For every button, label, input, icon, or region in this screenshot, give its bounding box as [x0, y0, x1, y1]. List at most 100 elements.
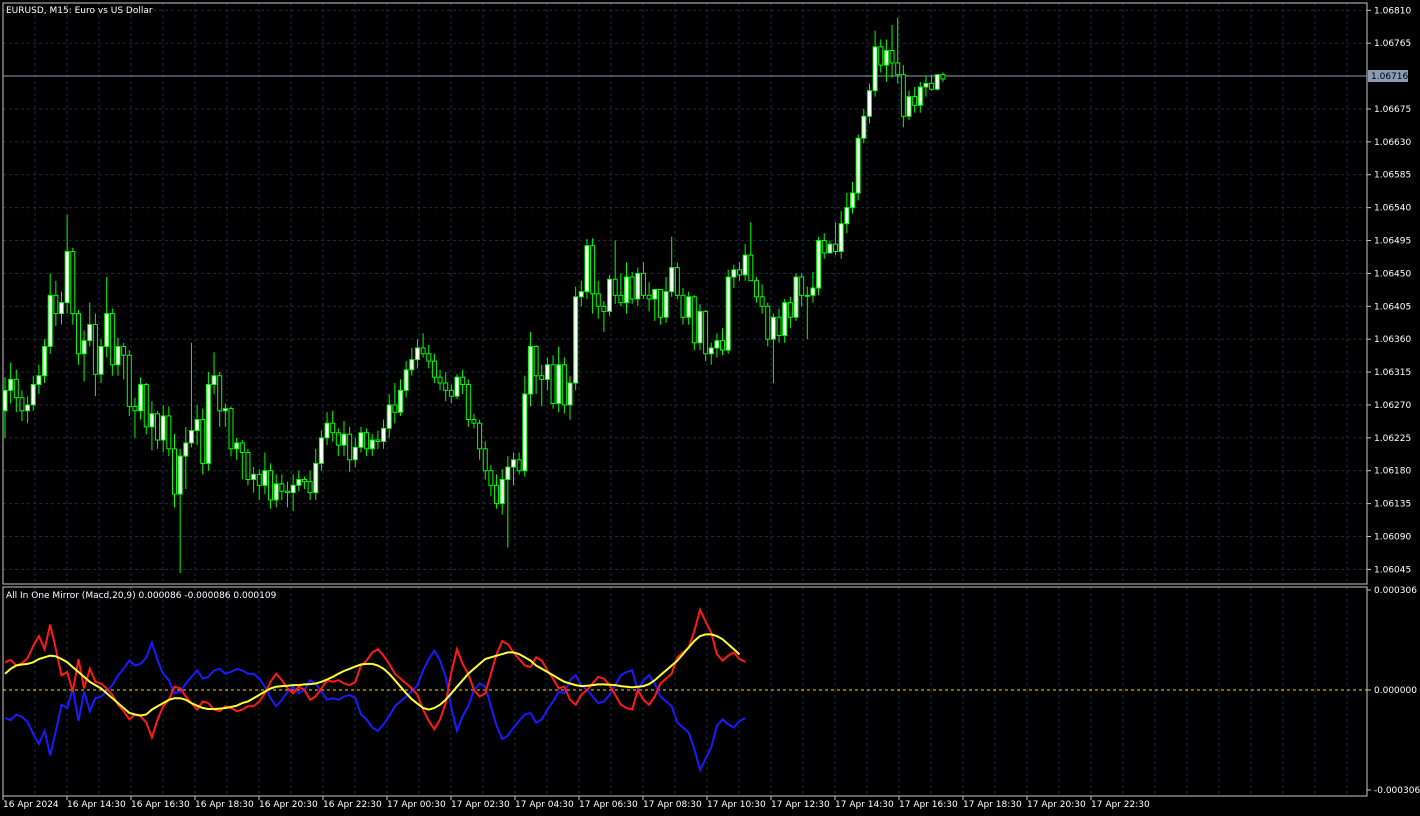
price-tick-label: 1.06360 — [1374, 335, 1411, 345]
time-tick-label: 16 Apr 20:30 — [259, 800, 318, 810]
candle-bull — [652, 288, 658, 300]
candle-bear — [940, 74, 946, 80]
candle-bear — [256, 473, 262, 486]
candle-bear — [703, 310, 709, 355]
candle-bull — [160, 415, 166, 441]
candle-bear — [720, 340, 726, 351]
candle-bull — [827, 243, 833, 254]
trading-chart[interactable]: 1.06810 1.06765 1.06675 1.06630 1.06585 1.065… — [0, 0, 1420, 816]
candle-bull — [222, 408, 228, 412]
candle-bull — [98, 345, 104, 375]
candle-bull — [36, 375, 42, 385]
candle-bull — [793, 276, 799, 318]
candle-bear — [217, 375, 223, 412]
candle-bull — [725, 276, 731, 351]
candle-bear — [494, 484, 500, 505]
candle-bear — [737, 269, 742, 276]
candle-bull — [183, 442, 189, 457]
indicator-tick-label: -0.000306 — [1374, 786, 1420, 796]
candle-bull — [409, 359, 415, 371]
candle-bull — [358, 432, 364, 448]
time-tick-label: 17 Apr 18:30 — [963, 800, 1022, 810]
time-tick-label: 16 Apr 2024 — [3, 800, 59, 810]
candle-bull — [731, 269, 737, 278]
price-tick-label: 1.06675 — [1374, 105, 1411, 115]
candle-bear — [19, 397, 25, 412]
candle-bear — [109, 313, 115, 366]
candle-bear — [765, 305, 771, 340]
candle-bull — [2, 389, 8, 412]
candle-bear — [431, 360, 437, 378]
candle-bull — [584, 245, 590, 293]
candle-bear — [516, 459, 522, 472]
price-tick-label: 1.06450 — [1374, 269, 1411, 279]
candle-bear — [465, 383, 471, 421]
candle-bull — [855, 137, 861, 194]
price-tick-label: 1.06630 — [1374, 138, 1411, 148]
candle-bull — [567, 382, 573, 406]
candle-bear — [482, 448, 488, 472]
candle-bear — [143, 383, 149, 428]
candle-bear — [787, 302, 793, 318]
candle-bull — [499, 478, 505, 505]
candle-bear — [657, 288, 663, 318]
candle-bull — [934, 74, 940, 90]
candle-bull — [872, 46, 878, 92]
time-tick-label: 17 Apr 16:30 — [899, 800, 958, 810]
candle-bear — [561, 364, 567, 406]
candle-bear — [674, 267, 680, 296]
time-tick-label: 17 Apr 08:30 — [643, 800, 702, 810]
candle-bull — [505, 466, 511, 480]
candle-bull — [30, 383, 36, 406]
price-tick-label: 1.06540 — [1374, 204, 1411, 214]
candle-bear — [307, 481, 313, 494]
candle-bull — [25, 404, 31, 412]
price-tick-label: 1.06180 — [1374, 467, 1411, 477]
candle-bull — [697, 310, 703, 344]
candle-bull — [816, 240, 822, 289]
candle-bear — [166, 415, 172, 450]
candle-bull — [578, 291, 584, 298]
candle-bull — [454, 376, 460, 397]
candle-bear — [612, 278, 618, 296]
price-tick-label: 1.06225 — [1374, 434, 1411, 444]
candle-bear — [301, 478, 307, 483]
time-tick-label: 17 Apr 00:30 — [387, 800, 446, 810]
candle-bull — [810, 287, 816, 296]
candle-bull — [251, 473, 257, 480]
candle-bull — [624, 276, 629, 304]
candle-bull — [324, 422, 330, 439]
price-tick-label: 1.06765 — [1374, 39, 1411, 49]
candle-bear — [375, 439, 381, 442]
indicator-title: All In One Mirror (Macd,20,9) 0.000086 -… — [6, 591, 277, 601]
candle-bull — [866, 90, 872, 117]
current-price-tag: 1.06716 — [1368, 70, 1408, 82]
candle-bull — [804, 294, 810, 297]
candle-bear — [833, 243, 839, 252]
candle-bull — [861, 115, 867, 139]
candle-bear — [477, 422, 483, 450]
candle-bear — [748, 254, 754, 282]
candle-bear — [155, 413, 161, 441]
candle-bull — [369, 439, 375, 450]
candle-bear — [821, 240, 827, 254]
price-tick-label: 1.06810 — [1374, 6, 1411, 16]
candle-bear — [53, 294, 59, 315]
time-tick-label: 16 Apr 22:30 — [323, 800, 382, 810]
price-tick-label: 1.06495 — [1374, 237, 1411, 247]
candle-bull — [149, 413, 155, 428]
candle-bull — [341, 433, 347, 446]
candle-bear — [437, 376, 443, 384]
candle-bull — [607, 278, 613, 312]
candle-bear — [426, 353, 432, 362]
candle-bear — [900, 74, 906, 117]
candle-bear — [448, 389, 454, 397]
candle-bear — [776, 316, 782, 337]
candle-bull — [234, 442, 240, 450]
time-tick-label: 17 Apr 10:30 — [707, 800, 766, 810]
chart-background — [0, 0, 1420, 816]
candle-bear — [285, 490, 290, 494]
indicator-tick-label: 0.000306 — [1374, 586, 1417, 596]
price-tick-label: 1.06090 — [1374, 532, 1411, 542]
candle-bear — [533, 345, 539, 377]
